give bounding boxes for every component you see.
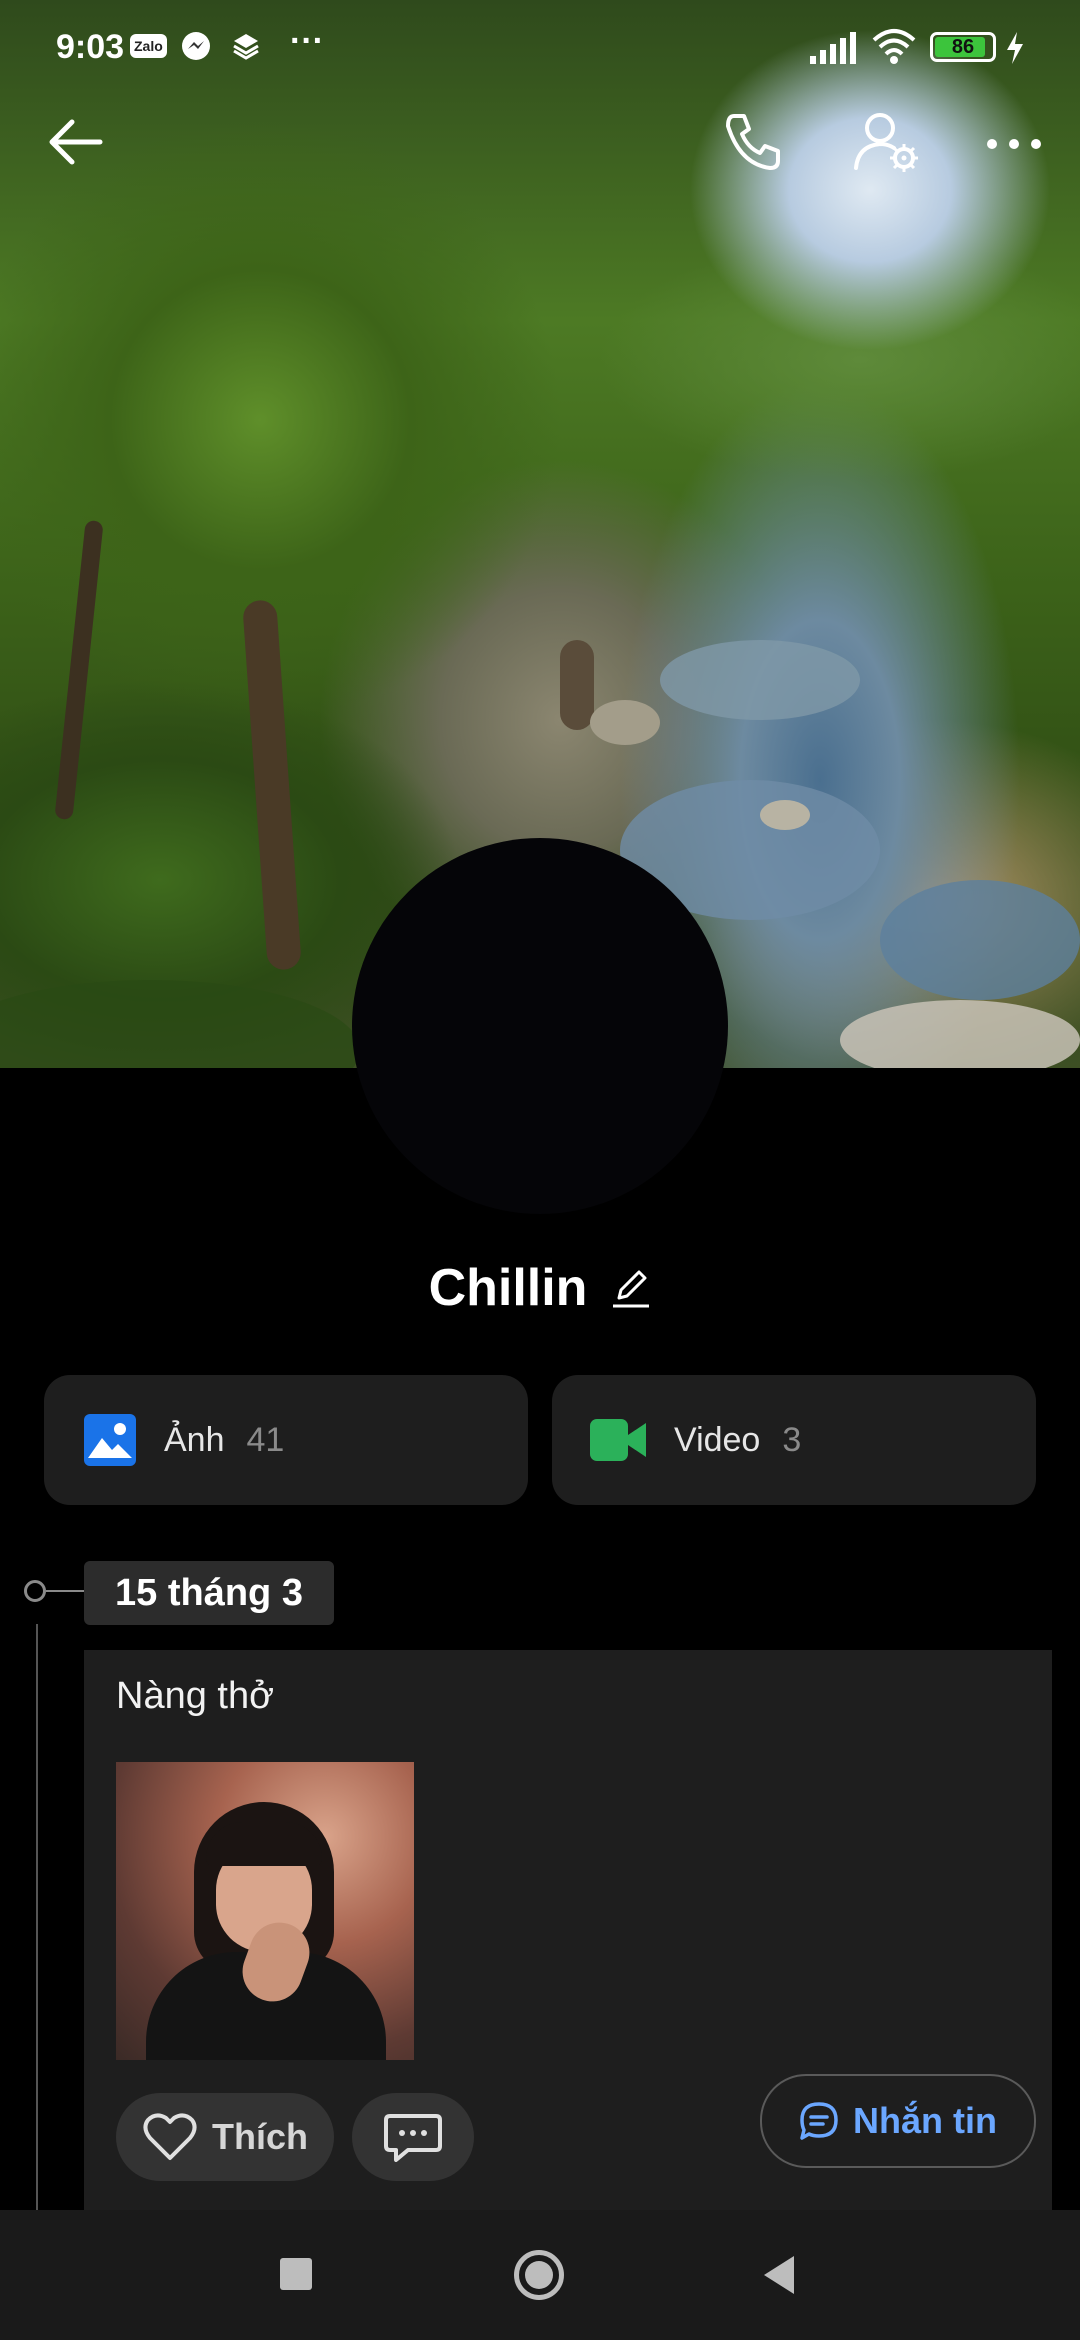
post-photo[interactable] xyxy=(116,1762,414,2060)
charging-icon xyxy=(1007,32,1023,64)
battery-level: 86 xyxy=(951,36,975,58)
post-text: Nàng thở xyxy=(116,1675,275,1717)
videos-label: Video xyxy=(674,1420,761,1459)
more-horizontal-icon[interactable] xyxy=(984,124,1044,164)
like-label: Thích xyxy=(212,2116,308,2157)
battery-icon: 86 xyxy=(930,32,996,62)
profile-avatar[interactable] xyxy=(352,838,728,1214)
photos-label: Ảnh xyxy=(164,1420,225,1459)
status-more-indicator: ··· xyxy=(290,22,324,60)
home-button[interactable] xyxy=(514,2250,564,2300)
videos-count: 3 xyxy=(782,1420,802,1459)
phone-icon[interactable] xyxy=(720,108,786,174)
chat-bubble-icon xyxy=(800,2102,838,2140)
message-label: Nhắn tin xyxy=(853,2100,997,2141)
timeline-date: 15 tháng 3 xyxy=(84,1561,334,1625)
back-arrow-icon[interactable] xyxy=(44,112,110,172)
videos-button[interactable]: Video 3 xyxy=(552,1375,1036,1505)
photos-count: 41 xyxy=(246,1420,285,1459)
like-button[interactable]: Thích xyxy=(116,2093,334,2181)
photo-icon xyxy=(84,1414,136,1466)
pencil-icon[interactable] xyxy=(611,1266,651,1310)
video-camera-icon xyxy=(590,1419,646,1461)
profile-name-row: Chillin xyxy=(0,1248,1080,1328)
comment-button[interactable] xyxy=(352,2093,474,2181)
profile-name: Chillin xyxy=(428,1259,588,1317)
back-nav-button[interactable] xyxy=(760,2254,798,2296)
timeline-dot xyxy=(24,1580,46,1602)
zalo-app-icon: Zalo xyxy=(130,34,167,58)
system-nav-bar xyxy=(0,2210,1080,2340)
signal-icon xyxy=(810,32,856,64)
timeline-line xyxy=(36,1624,38,2214)
recents-button[interactable] xyxy=(280,2258,312,2290)
messenger-icon xyxy=(182,32,210,60)
wifi-icon xyxy=(872,29,916,64)
heart-icon xyxy=(143,2113,197,2160)
photos-button[interactable]: Ảnh 41 xyxy=(44,1375,528,1505)
timeline-connector xyxy=(46,1590,86,1592)
layers-icon xyxy=(233,34,259,60)
status-time: 9:03 xyxy=(56,28,125,66)
message-button[interactable]: Nhắn tin xyxy=(760,2074,1036,2168)
user-settings-icon[interactable] xyxy=(852,110,922,176)
comment-icon xyxy=(384,2114,442,2162)
